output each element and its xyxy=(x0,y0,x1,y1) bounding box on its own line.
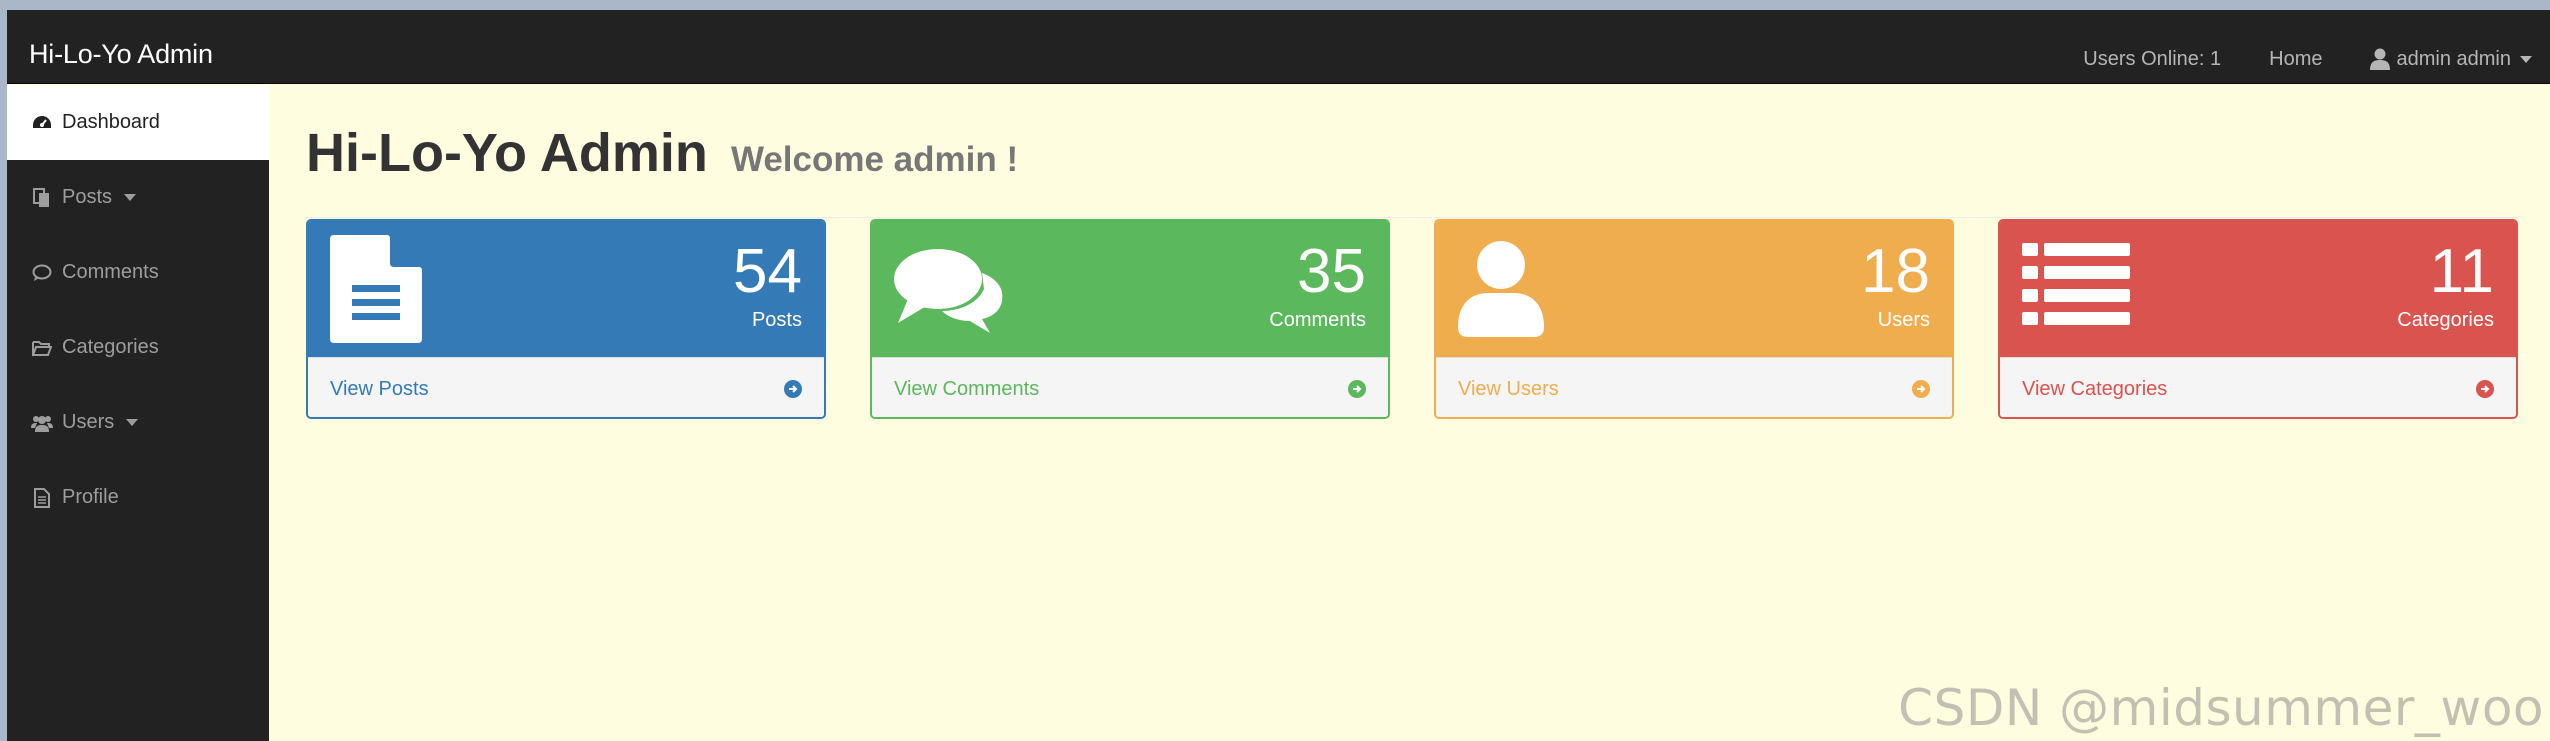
posts-label: Posts xyxy=(751,309,802,331)
main-content: Hi-Lo-Yo Admin Welcome admin ! 54 Posts … xyxy=(269,85,2550,741)
user-menu-dropdown[interactable]: admin admin xyxy=(2370,48,2532,71)
sidebar-item-users[interactable]: Users xyxy=(7,385,269,460)
file-text-icon xyxy=(31,487,53,509)
arrow-circle-right-icon xyxy=(1912,380,1930,398)
view-users-link[interactable]: View Users xyxy=(1436,357,1952,417)
users-online-link[interactable]: Users Online: 1 xyxy=(2083,48,2221,71)
arrow-circle-right-icon xyxy=(2476,380,2494,398)
panel-heading: 11 Categories xyxy=(2000,221,2516,357)
sidebar-item-label: Categories xyxy=(62,336,159,358)
users-label: Users xyxy=(1877,309,1930,331)
posts-count: 54 xyxy=(733,237,802,306)
sidebar-item-label: Profile xyxy=(62,486,119,508)
comment-icon xyxy=(31,262,53,284)
watermark-text: CSDN @midsummer_woo xyxy=(1898,679,2544,737)
arrow-circle-right-icon xyxy=(1348,380,1366,398)
view-comments-label: View Comments xyxy=(894,378,1040,400)
dashboard-icon xyxy=(31,112,53,134)
sidebar-item-dashboard[interactable]: Dashboard xyxy=(7,85,269,160)
user-icon xyxy=(1458,241,1544,342)
sidebar-item-posts[interactable]: Posts xyxy=(7,160,269,235)
categories-panel: 11 Categories View Categories xyxy=(1998,219,2518,419)
file-text-icon xyxy=(330,235,422,348)
page-title: Hi-Lo-Yo Admin Welcome admin ! xyxy=(306,122,1018,184)
comments-label: Comments xyxy=(1269,309,1366,331)
users-icon xyxy=(31,412,53,434)
view-categories-label: View Categories xyxy=(2022,378,2168,400)
sidebar-item-label: Posts xyxy=(62,186,113,208)
view-categories-link[interactable]: View Categories xyxy=(2000,357,2516,417)
page-header: Hi-Lo-Yo Admin Welcome admin ! xyxy=(306,122,2519,218)
panel-heading: 18 Users xyxy=(1436,221,1952,357)
comments-count: 35 xyxy=(1297,237,1366,306)
sidebar-item-comments[interactable]: Comments xyxy=(7,235,269,310)
comments-icon xyxy=(894,245,1004,340)
sidebar-item-label: Dashboard xyxy=(62,111,160,133)
posts-panel: 54 Posts View Posts xyxy=(306,219,826,419)
user-icon xyxy=(2370,48,2391,70)
users-panel: 18 Users View Users xyxy=(1434,219,1954,419)
users-count: 18 xyxy=(1861,237,1930,306)
sidebar: Dashboard Posts Comments Categories User… xyxy=(7,85,269,741)
view-posts-link[interactable]: View Posts xyxy=(308,357,824,417)
top-navbar: Hi-Lo-Yo Admin Users Online: 1 Home admi… xyxy=(0,10,2550,84)
window-left-edge xyxy=(0,10,7,741)
sidebar-item-categories[interactable]: Categories xyxy=(7,310,269,385)
view-posts-label: View Posts xyxy=(330,378,429,400)
view-comments-link[interactable]: View Comments xyxy=(872,357,1388,417)
brand-link[interactable]: Hi-Lo-Yo Admin xyxy=(29,39,213,70)
sidebar-item-label: Comments xyxy=(62,261,159,283)
panel-heading: 54 Posts xyxy=(308,221,824,357)
page-title-text: Hi-Lo-Yo Admin xyxy=(306,123,708,183)
chevron-down-icon xyxy=(124,194,137,201)
home-link[interactable]: Home xyxy=(2269,48,2322,71)
chevron-down-icon xyxy=(126,419,139,426)
sidebar-item-profile[interactable]: Profile xyxy=(7,460,269,535)
list-icon xyxy=(2022,243,2130,330)
categories-count: 11 xyxy=(2429,237,2494,306)
page-subtitle: Welcome admin ! xyxy=(730,140,1019,179)
browser-top-strip xyxy=(0,0,2550,10)
arrow-circle-right-icon xyxy=(784,380,802,398)
categories-label: Categories xyxy=(2397,309,2494,331)
user-menu-label: admin admin xyxy=(2396,47,2511,70)
comments-panel: 35 Comments View Comments xyxy=(870,219,1390,419)
files-icon xyxy=(31,187,53,209)
panel-heading: 35 Comments xyxy=(872,221,1388,357)
sidebar-item-label: Users xyxy=(62,411,115,433)
navbar-right: Users Online: 1 Home admin admin xyxy=(2083,44,2532,74)
view-users-label: View Users xyxy=(1458,378,1559,400)
folder-open-icon xyxy=(31,337,53,359)
chevron-down-icon xyxy=(2520,55,2532,63)
